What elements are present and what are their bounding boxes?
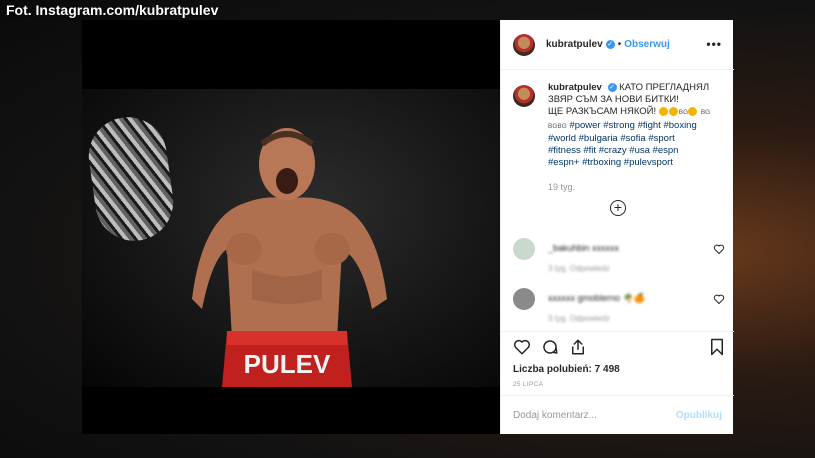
hashtag[interactable]: #power [569,120,600,131]
post-caption: kubratpulev ✓ КАТО ПРЕГЛАДНЯЛ ЗВЯР СЪМ З… [513,82,725,169]
boxer-figure: PULEV [192,128,387,387]
comment-text: xxxxxx gmoblerno 🌴🍊 [548,293,645,303]
comment-icon[interactable] [541,338,559,356]
caption-line-1: КАТО ПРЕГЛАДНЯЛ [619,82,710,93]
fist-emoji-icon [688,107,698,117]
post-date: 25 LIPCA [513,381,544,388]
verified-badge-icon: ✓ [607,82,617,92]
heart-icon[interactable] [713,243,725,255]
plus-circle-icon[interactable]: + [610,200,626,216]
photo-scene: PULEV [82,89,500,387]
caption-username[interactable]: kubratpulev [548,82,602,93]
add-comment-bar: Opublikuj [501,395,734,434]
photo-credit: Fot. Instagram.com/kubratpulev [6,2,219,18]
heart-icon[interactable] [713,293,725,305]
follow-button[interactable]: Obserwuj [624,39,670,50]
fist-emoji-icon [668,107,678,117]
verified-badge-icon: ✓ [605,40,615,49]
caption-time-ago: 19 tyg. [548,182,576,192]
caption-line-2: ЗВЯР СЪМ ЗА НОВИ БИТКИ! [548,94,679,106]
avatar[interactable] [513,33,535,56]
header-username[interactable]: kubratpulev [546,39,603,50]
softbox-light [83,112,179,246]
caption-text: kubratpulev ✓ КАТО ПРЕГЛАДНЯЛ ЗВЯР СЪМ З… [548,82,725,169]
hashtag[interactable]: #strong [603,120,635,131]
trunks-text: PULEV [244,349,331,379]
caption-avatar[interactable] [513,85,535,107]
flag-label: BG [700,109,711,117]
share-icon[interactable] [569,338,587,356]
likes-count[interactable]: Liczba polubień: 7 498 [513,364,620,375]
heart-icon[interactable] [513,338,531,356]
fist-emoji-icon [658,107,668,117]
divider [501,331,734,332]
hashtag[interactable]: #boxing [663,120,696,131]
caption-line-3: ЩЕ РАЗКЪСАМ НЯКОЙ! [548,106,657,118]
publish-button[interactable]: Opublikuj [676,410,722,421]
more-options-icon[interactable]: ••• [706,37,722,51]
comment-meta[interactable]: 3 tyg. Odpowiedz [548,264,610,273]
hashtag[interactable]: #fight [638,120,661,131]
separator-dot: • [617,39,622,50]
flag-label: BG [678,109,689,117]
hashtag-line[interactable]: #world #bulgaria #sofia #sport [548,133,675,144]
hashtag-line[interactable]: #espn+ #trboxing #pulevsport [548,157,673,168]
avatar[interactable] [513,238,535,260]
post-photo[interactable]: PULEV [82,20,500,434]
bookmark-icon[interactable] [709,338,725,356]
flag-label: BGBG [548,122,567,130]
hashtag-line[interactable]: #fitness #fit #crazy #usa #espn [548,145,678,156]
post-panel: kubratpulev ✓ • Obserwuj ••• kubratpulev… [500,20,734,434]
comment-input[interactable] [513,409,676,421]
comment-text: _bakuhbin xxxxxx [548,243,620,253]
action-bar [513,338,725,362]
post-header: kubratpulev ✓ • Obserwuj ••• [501,20,734,70]
avatar[interactable] [513,288,535,310]
comment-meta[interactable]: 3 tyg. Odpowiedz [548,314,610,323]
